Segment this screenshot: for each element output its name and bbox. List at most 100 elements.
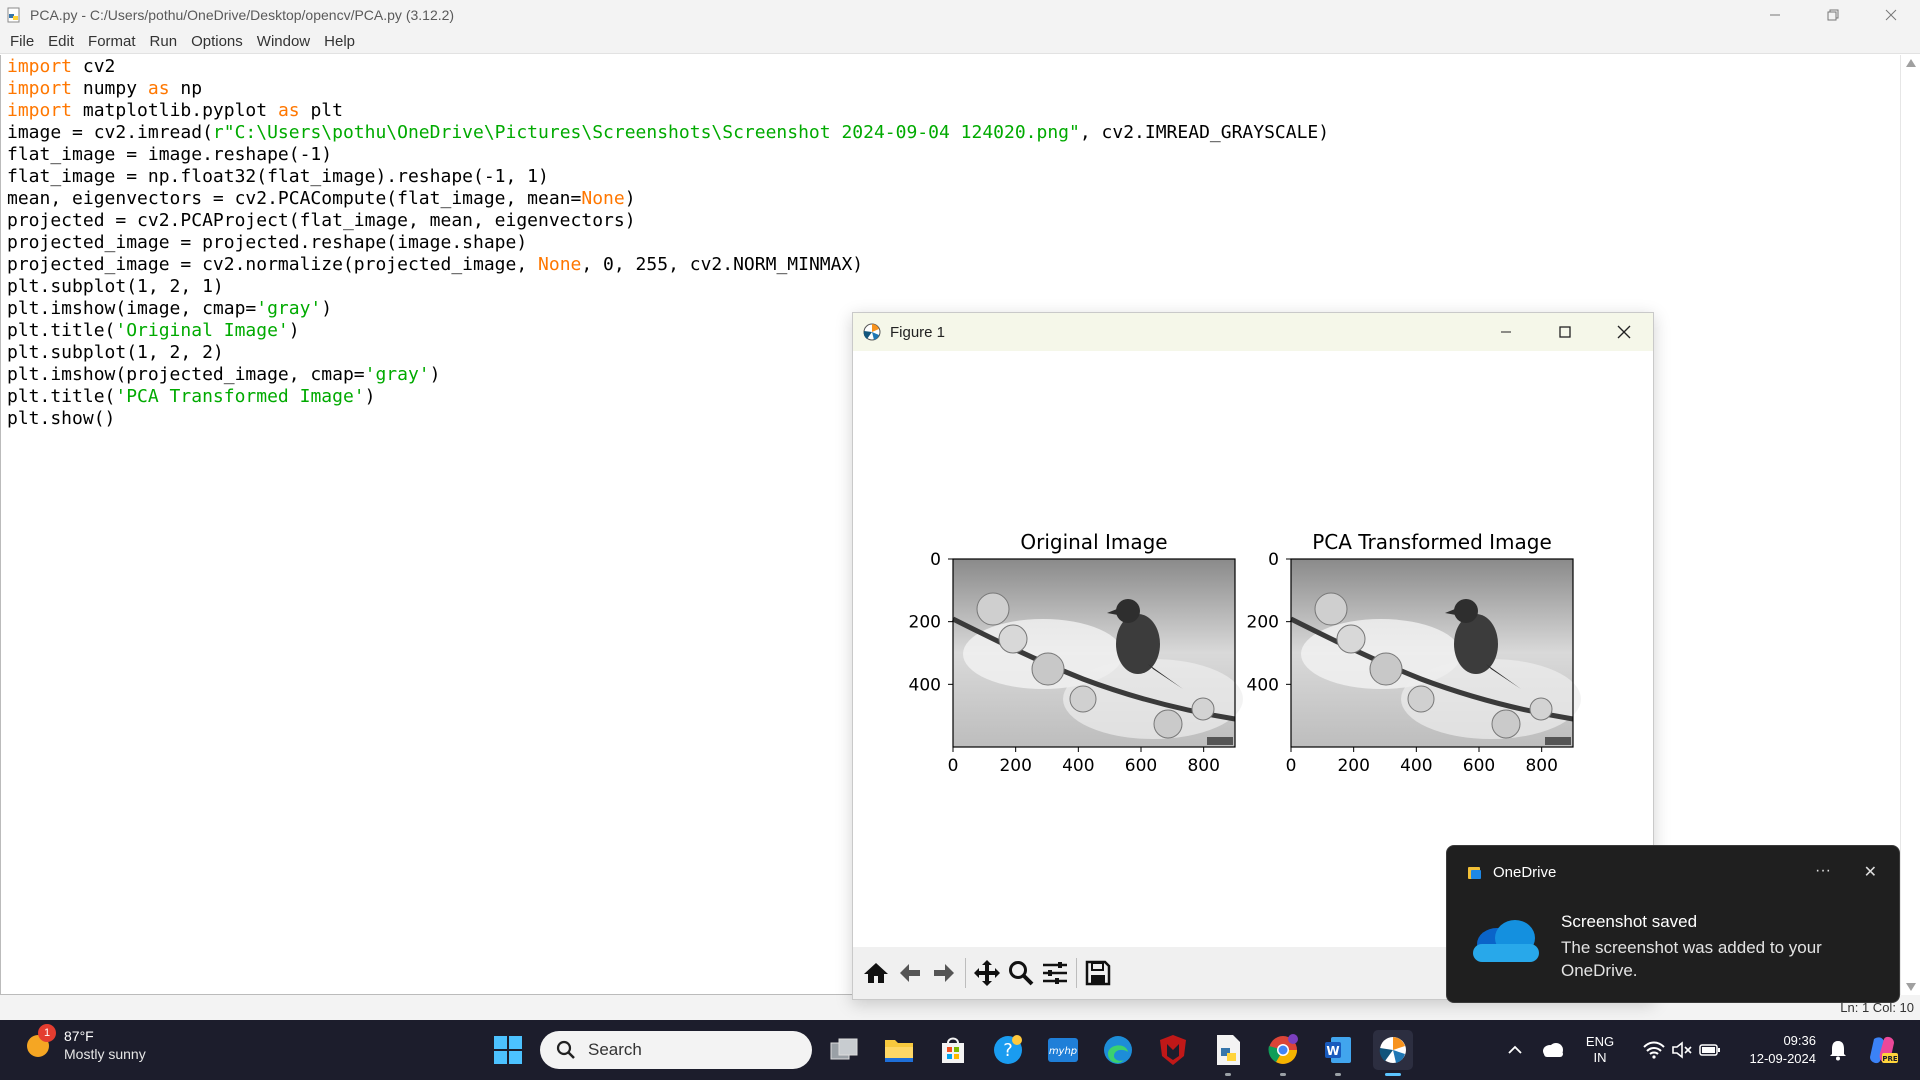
forward-button[interactable] <box>927 956 961 990</box>
editor-scrollbar[interactable] <box>1900 55 1920 995</box>
weather-condition: Mostly sunny <box>64 1046 146 1062</box>
microsoft-store-button[interactable] <box>933 1030 973 1070</box>
get-help-button[interactable]: ? <box>988 1030 1028 1070</box>
show-hidden-icons-button[interactable] <box>1500 1020 1530 1080</box>
home-button[interactable] <box>859 956 893 990</box>
code-line[interactable]: projected_image = cv2.normalize(projecte… <box>7 254 1329 276</box>
minimize-button[interactable] <box>1746 0 1804 29</box>
edge-button[interactable] <box>1098 1030 1138 1070</box>
zoom-button[interactable] <box>1004 956 1038 990</box>
windows-icon <box>494 1036 522 1064</box>
figure-maximize-button[interactable] <box>1535 313 1594 351</box>
close-button[interactable] <box>1862 0 1920 29</box>
edge-icon <box>1104 1036 1132 1064</box>
code-token: ) <box>321 298 333 319</box>
figure-close-button[interactable] <box>1594 313 1653 351</box>
code-line[interactable]: import cv2 <box>7 56 1329 78</box>
menu-run[interactable]: Run <box>144 33 186 50</box>
copilot-icon: PRE <box>1870 1036 1898 1064</box>
quick-settings-button[interactable] <box>1632 1020 1732 1080</box>
code-token: cv2 <box>72 56 116 77</box>
scroll-up-icon[interactable] <box>1906 59 1916 67</box>
language-line1: ENG <box>1585 1034 1615 1049</box>
menu-file[interactable]: File <box>4 33 42 50</box>
toast-close-button[interactable]: ✕ <box>1864 862 1877 882</box>
restore-button[interactable] <box>1804 0 1862 29</box>
menu-window[interactable]: Window <box>251 33 318 50</box>
code-line[interactable]: image = cv2.imread(r"C:\Users\pothu\OneD… <box>7 122 1329 144</box>
y-tick-label: 200 <box>1247 613 1279 633</box>
onedrive-tray-button[interactable] <box>1537 1020 1569 1080</box>
minimize-icon <box>1500 331 1511 333</box>
bell-icon <box>1830 1041 1846 1061</box>
language-line2: IN <box>1593 1050 1607 1065</box>
onedrive-app-icon <box>1468 866 1481 879</box>
restore-icon <box>1827 9 1839 20</box>
code-line[interactable]: import numpy as np <box>7 78 1329 100</box>
code-line[interactable]: projected = cv2.PCAProject(flat_image, m… <box>7 210 1329 232</box>
code-token: plt.imshow(image, cmap= <box>7 298 257 319</box>
scroll-down-icon[interactable] <box>1906 983 1916 991</box>
code-token: , cv2.IMREAD_GRAYSCALE) <box>1079 122 1330 143</box>
figure-titlebar: Figure 1 <box>853 313 1653 351</box>
code-token: import <box>7 100 73 121</box>
y-tick-label: 0 <box>930 550 941 570</box>
code-token: import <box>7 56 73 77</box>
configure-subplots-button[interactable] <box>1038 956 1072 990</box>
code-token: image = cv2.imread( <box>7 122 213 143</box>
code-token: , 0, 255, cv2.NORM_MINMAX) <box>581 254 864 275</box>
clock[interactable]: 09:36 12-09-2024 <box>1736 1020 1817 1080</box>
taskbar-search[interactable]: Search <box>540 1031 812 1069</box>
search-placeholder: Search <box>588 1040 642 1059</box>
svg-text:PRE: PRE <box>1882 1055 1898 1063</box>
file-explorer-button[interactable] <box>879 1030 919 1070</box>
code-token: 'PCA Transformed Image' <box>115 386 365 407</box>
code-token: 'Original Image' <box>115 320 289 341</box>
code-line[interactable]: import matplotlib.pyplot as plt <box>7 100 1329 122</box>
word-button[interactable]: W <box>1318 1030 1358 1076</box>
chrome-icon <box>1268 1034 1298 1064</box>
code-line[interactable]: projected_image = projected.reshape(imag… <box>7 232 1329 254</box>
figure-minimize-button[interactable] <box>1476 313 1535 351</box>
code-token: ) <box>288 320 300 341</box>
menu-options[interactable]: Options <box>185 33 251 50</box>
code-token: ) <box>364 386 376 407</box>
code-token: projected = cv2.PCAProject(flat_image, m… <box>7 210 636 231</box>
menu-format[interactable]: Format <box>82 33 144 50</box>
menu-help[interactable]: Help <box>318 33 363 50</box>
code-token: plt.imshow(projected_image, cmap= <box>7 364 365 385</box>
copilot-button[interactable]: PRE <box>1862 1020 1902 1080</box>
mcafee-button[interactable] <box>1153 1030 1193 1070</box>
toast-more-button[interactable]: ··· <box>1815 862 1831 880</box>
code-line[interactable]: plt.subplot(1, 2, 1) <box>7 276 1329 298</box>
code-token: None <box>581 188 625 209</box>
python-figure-button[interactable] <box>1373 1030 1413 1076</box>
code-line[interactable]: flat_image = image.reshape(-1) <box>7 144 1329 166</box>
pan-button[interactable] <box>970 956 1004 990</box>
start-button[interactable] <box>488 1030 528 1070</box>
x-tick-label: 600 <box>1463 756 1495 776</box>
back-icon <box>900 964 920 982</box>
search-icon <box>556 1040 575 1059</box>
chrome-button[interactable] <box>1263 1030 1303 1076</box>
back-button[interactable] <box>893 956 927 990</box>
myhp-button[interactable]: myhp <box>1043 1030 1083 1070</box>
code-line[interactable]: mean, eigenvectors = cv2.PCACompute(flat… <box>7 188 1329 210</box>
code-line[interactable]: flat_image = np.float32(flat_image).resh… <box>7 166 1329 188</box>
toast-title: Screenshot saved <box>1561 912 1698 931</box>
menu-edit[interactable]: Edit <box>42 33 82 50</box>
python-file-button[interactable] <box>1208 1030 1248 1076</box>
save-figure-button[interactable] <box>1081 956 1115 990</box>
onedrive-notification[interactable]: OneDrive ··· ✕ Screenshot saved The scre… <box>1446 845 1900 1003</box>
toolbar-separator <box>1076 958 1077 988</box>
save-icon <box>1085 960 1111 986</box>
x-tick-label: 0 <box>1286 756 1297 776</box>
language-indicator[interactable]: ENG IN <box>1580 1020 1620 1080</box>
task-view-button[interactable] <box>824 1030 864 1070</box>
toolbar-separator <box>965 958 966 988</box>
weather-widget[interactable]: 1 87°F Mostly sunny <box>22 1024 146 1062</box>
x-tick-label: 0 <box>948 756 959 776</box>
svg-text:?: ? <box>1003 1040 1013 1061</box>
notifications-button[interactable] <box>1822 1020 1854 1080</box>
help-icon: ? <box>994 1035 1022 1064</box>
